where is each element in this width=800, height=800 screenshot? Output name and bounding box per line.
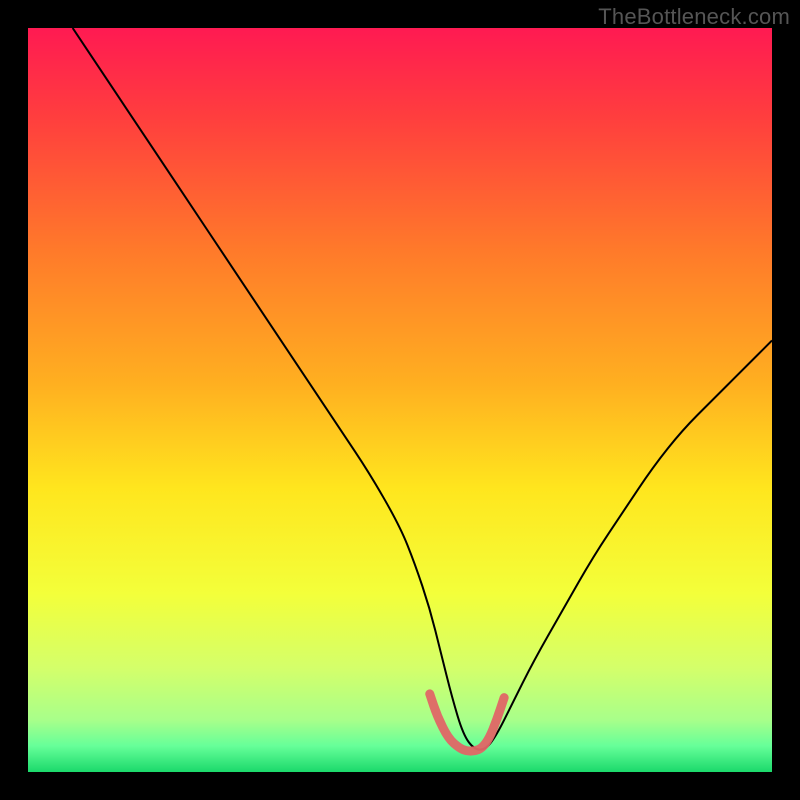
chart-svg — [28, 28, 772, 772]
chart-frame: TheBottleneck.com — [0, 0, 800, 800]
gradient-background — [28, 28, 772, 772]
watermark-text: TheBottleneck.com — [598, 4, 790, 30]
plot-area — [28, 28, 772, 772]
